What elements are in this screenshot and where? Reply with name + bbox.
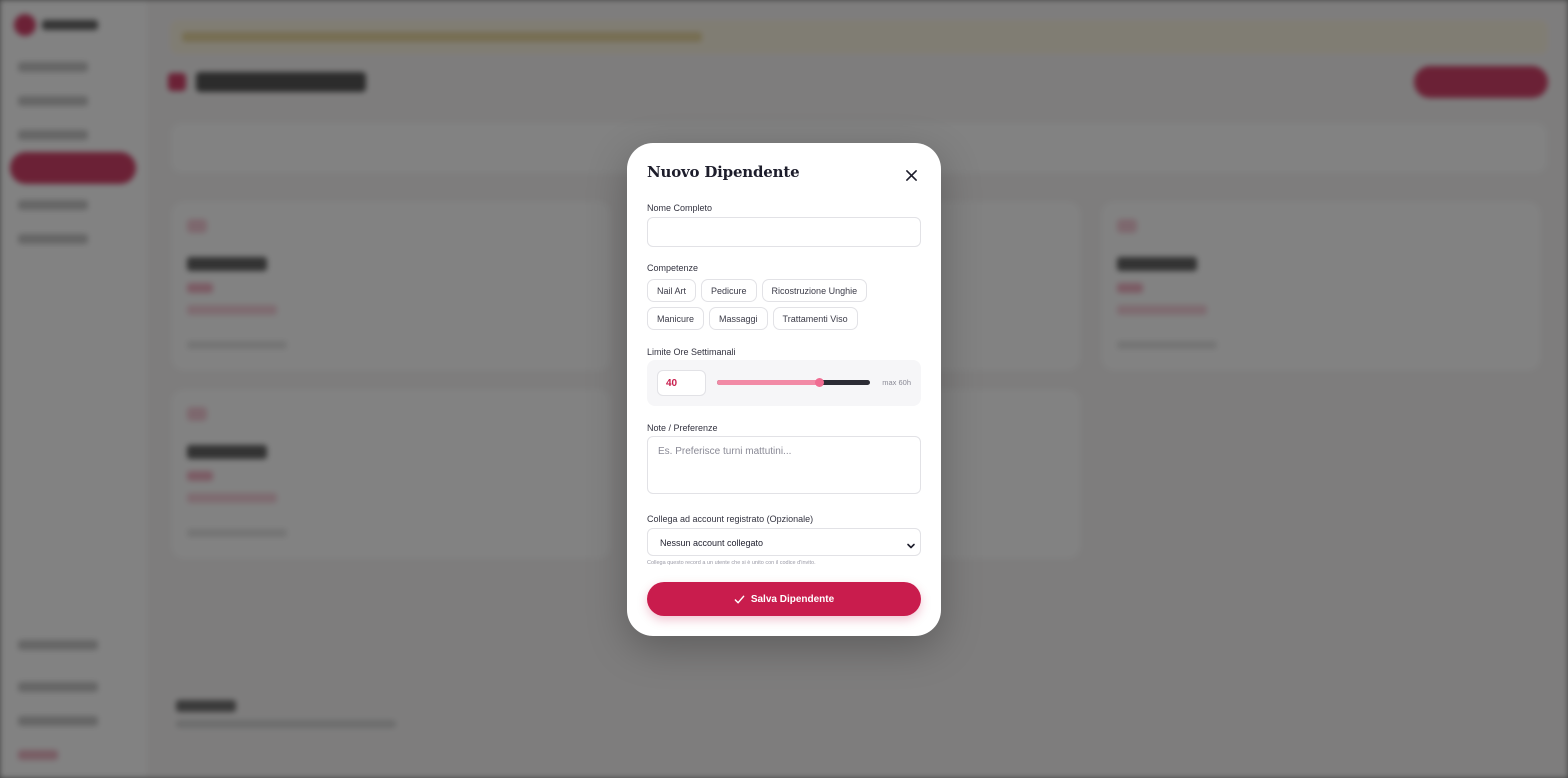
save-button-label: Salva Dipendente — [750, 593, 835, 605]
notes-textarea[interactable] — [647, 436, 921, 494]
check-icon — [734, 595, 745, 603]
notes-label: Note / Preferenze — [647, 423, 718, 433]
skill-chip-manicure[interactable]: Manicure — [647, 307, 705, 330]
skill-chip-nail-art[interactable]: Nail Art — [647, 279, 697, 302]
hours-label: Limite Ore Settimanali — [647, 347, 736, 357]
hours-input[interactable] — [657, 370, 706, 396]
account-select-value: Nessun account collegato — [660, 538, 764, 548]
hours-max-text: max 60h — [882, 378, 911, 387]
skill-chip-ricostruzione-unghie[interactable]: Ricostruzione Unghie — [761, 279, 868, 302]
account-select[interactable]: Nessun account collegato — [647, 528, 921, 556]
skills-row: Manicure Massaggi Trattamenti Viso — [647, 307, 858, 330]
account-hint: Collega questo record a un utente che si… — [647, 560, 816, 566]
close-button[interactable] — [903, 167, 919, 183]
account-label: Collega ad account registrato (Opzionale… — [647, 514, 814, 524]
save-employee-button[interactable]: Salva Dipendente — [647, 582, 921, 616]
skill-chip-pedicure[interactable]: Pedicure — [701, 279, 757, 302]
modal-title: Nuovo Dipendente — [647, 163, 800, 181]
name-input[interactable] — [647, 217, 921, 247]
hours-slider-thumb[interactable] — [815, 378, 825, 387]
new-employee-modal: Nuovo Dipendente Nome Completo Competenz… — [627, 143, 941, 636]
hours-slider-fill — [717, 380, 820, 385]
skills-label: Competenze — [647, 263, 699, 273]
name-label: Nome Completo — [647, 203, 713, 213]
skills-row: Nail Art Pedicure Ricostruzione Unghie — [647, 279, 868, 302]
close-icon — [905, 169, 917, 181]
hours-slider[interactable] — [717, 378, 870, 387]
skill-chip-massaggi[interactable]: Massaggi — [709, 307, 768, 330]
chevron-down-icon — [906, 538, 916, 556]
skill-chip-trattamenti-viso[interactable]: Trattamenti Viso — [772, 307, 858, 330]
hours-panel: max 60h — [647, 360, 921, 406]
